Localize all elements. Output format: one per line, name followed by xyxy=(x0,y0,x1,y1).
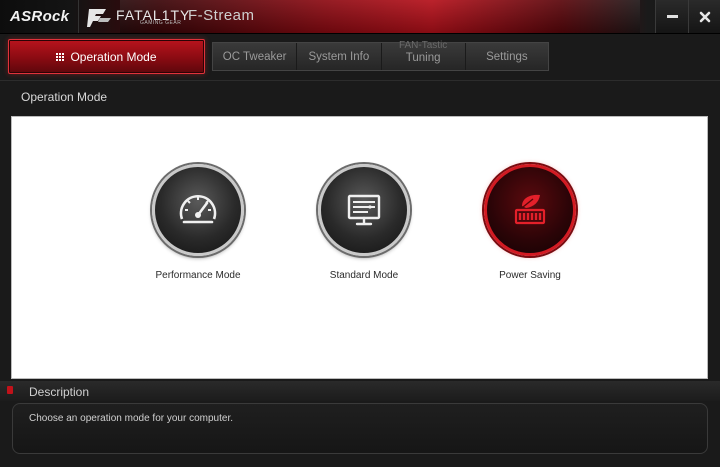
performance-mode-label: Performance Mode xyxy=(155,270,241,281)
description-text: Choose an operation mode for your comput… xyxy=(29,413,234,424)
tab-label-line1: FAN-Tastic xyxy=(398,39,448,51)
description-marker-icon xyxy=(7,386,13,394)
tab-oc-tweaker[interactable]: OC Tweaker xyxy=(213,43,298,70)
close-button[interactable] xyxy=(688,0,720,33)
tab-label: System Info xyxy=(308,50,370,63)
fatality-logo-icon xyxy=(87,9,111,27)
mode-panel: Performance Mode Standard Mode Power Sav… xyxy=(11,116,708,379)
grid-icon xyxy=(56,52,65,61)
tab-system-info[interactable]: System Info xyxy=(297,43,382,70)
logo-divider xyxy=(78,0,79,33)
tab-fan-tastic-tuning[interactable]: FAN-Tastic Tuning xyxy=(382,39,466,70)
tab-label: Settings xyxy=(486,50,528,63)
description-box: Choose an operation mode for your comput… xyxy=(12,403,708,454)
description-title: Description xyxy=(29,385,90,399)
leaf-battery-icon xyxy=(514,194,546,225)
page-title: Operation Mode xyxy=(21,90,108,104)
standard-mode-label: Standard Mode xyxy=(329,270,399,281)
header-divider xyxy=(0,80,720,81)
tab-label: OC Tweaker xyxy=(222,50,287,63)
gaming-gear-text: GAMING GEAR xyxy=(140,20,182,26)
description-header xyxy=(0,381,720,401)
monitor-icon xyxy=(347,194,381,226)
power-saving-button[interactable] xyxy=(484,164,576,256)
standard-mode-option[interactable]: Standard Mode xyxy=(304,164,424,281)
speedometer-icon xyxy=(179,195,217,224)
power-saving-option[interactable]: Power Saving xyxy=(470,164,590,281)
performance-mode-option[interactable]: Performance Mode xyxy=(138,164,258,281)
nav-tabs: OC Tweaker System Info FAN-Tastic Tuning… xyxy=(212,39,549,71)
minimize-icon xyxy=(666,15,678,18)
tab-operation-mode[interactable]: Operation Mode xyxy=(8,39,205,74)
tab-settings[interactable]: Settings xyxy=(466,43,548,70)
tab-label-line2: Tuning xyxy=(405,51,441,64)
power-saving-label: Power Saving xyxy=(499,270,561,281)
asrock-logo: ASRock xyxy=(10,8,70,25)
close-icon xyxy=(699,11,711,22)
minimize-button[interactable] xyxy=(655,0,688,33)
standard-mode-button[interactable] xyxy=(318,164,410,256)
performance-mode-button[interactable] xyxy=(152,164,244,256)
title-bar: ASRock FATAL1TY GAMING GEAR F-Stream xyxy=(0,0,720,34)
app-title: F-Stream xyxy=(188,7,255,24)
tab-operation-mode-label: Operation Mode xyxy=(70,49,157,64)
